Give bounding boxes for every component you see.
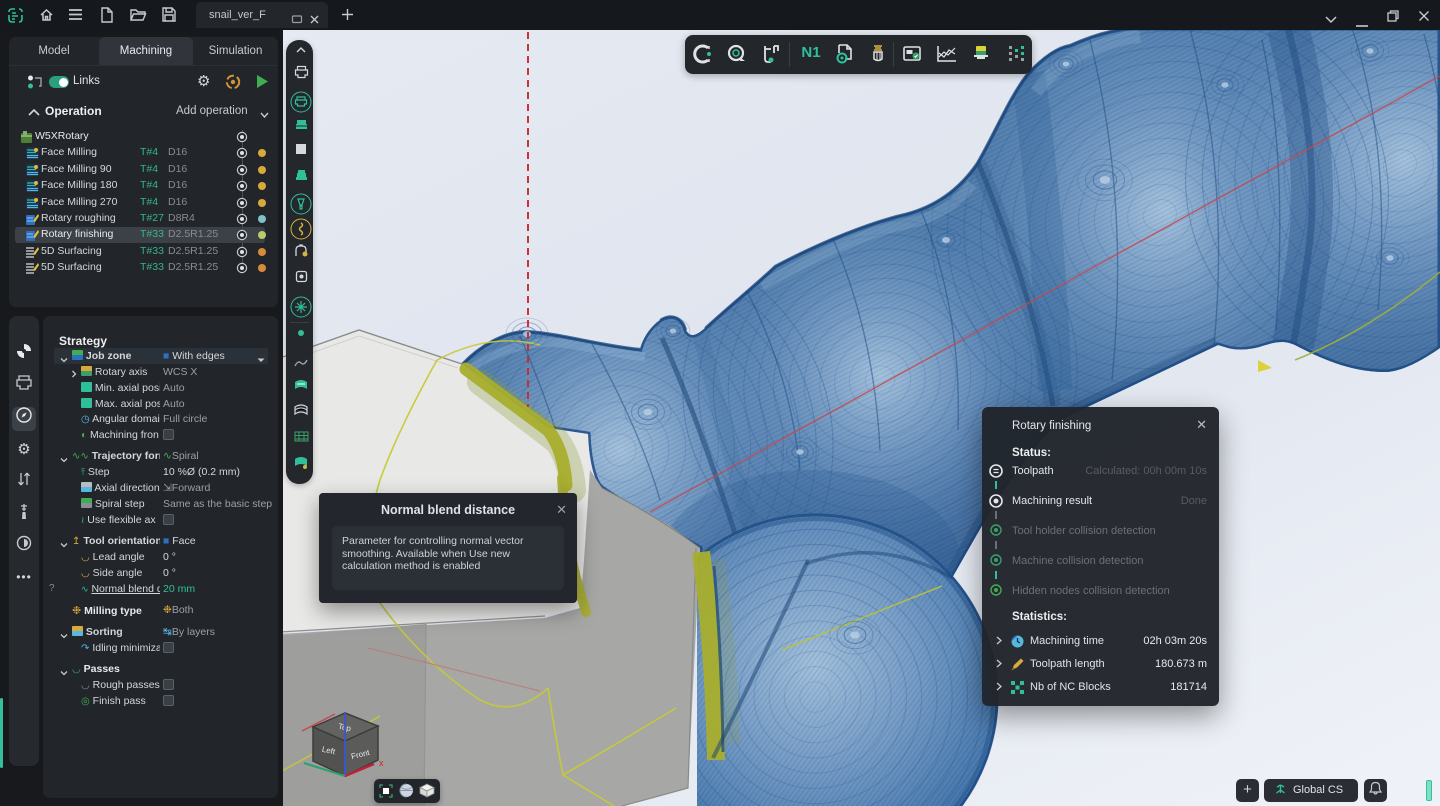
svg-text:x: x — [379, 758, 384, 768]
